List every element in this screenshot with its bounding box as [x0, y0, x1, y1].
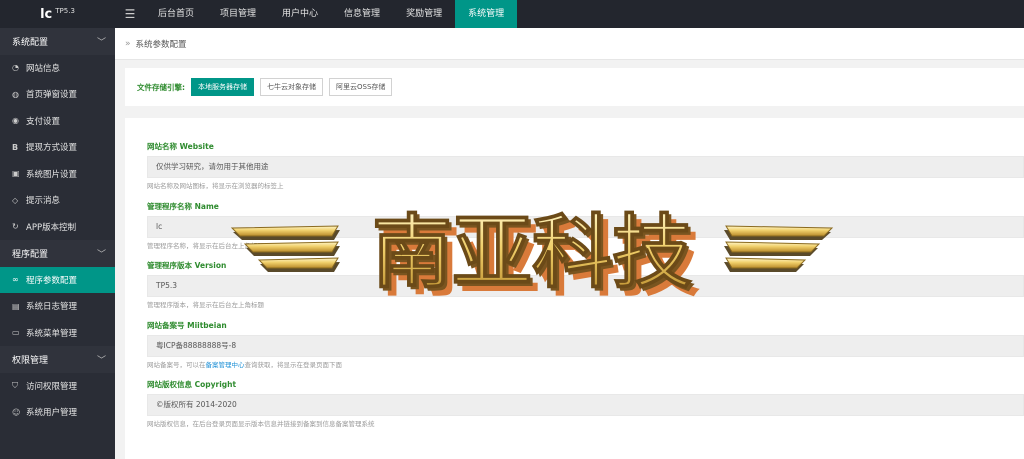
storage-qiniu-button[interactable]: 七牛云对象存储 — [260, 78, 323, 96]
topnav-item-users[interactable]: 用户中心 — [269, 0, 331, 28]
sidebar-item-label: 网站信息 — [26, 63, 61, 74]
sidebar-item-withdraw-settings[interactable]: B 提现方式设置 — [0, 134, 115, 161]
field-label: 网站备案号 Miitbeian — [147, 321, 227, 330]
topnav-item-system[interactable]: 系统管理 — [455, 0, 518, 28]
shield-check-icon: ⛉ — [12, 380, 18, 390]
sidebar-group-label: 系统配置 — [12, 37, 49, 48]
field-miitbeian: 网站备案号 Miitbeian 粤ICP备88888888号-8 网站备案号，可… — [147, 321, 1024, 370]
version-badge: TP5.3 — [55, 6, 75, 15]
sidebar-item-label: 系统用户管理 — [26, 408, 78, 419]
help-text: 查询获取，将显示在登录页面下面 — [244, 361, 343, 369]
storage-engine-card: 文件存储引擎: 本地服务器存储 七牛云对象存储 阿里云OSS存储 — [125, 68, 1024, 106]
storage-engine-label: 文件存储引擎: — [137, 82, 185, 92]
chevron-down-icon: ﹀ — [96, 37, 106, 48]
tag-icon: ◇ — [12, 195, 19, 205]
topnav-item-rewards[interactable]: 奖励管理 — [393, 0, 455, 28]
field-help: 网站名称及网站图标，将显示在浏览器的标签上 — [147, 182, 284, 190]
field-version: 管理程序版本 Version TP5.3 管理程序版本，将显示在后台左上角标题 — [147, 261, 1024, 310]
breadcrumb-current: 系统参数配置 — [135, 39, 187, 50]
sidebar-item-label: 首页弹窗设置 — [26, 90, 78, 101]
double-chevron-right-icon: » — [125, 38, 131, 49]
icp-number-input[interactable]: 粤ICP备88888888号-8 — [147, 335, 1024, 357]
sidebar-item-popup-settings[interactable]: ◍ 首页弹窗设置 — [0, 81, 115, 108]
sidebar-item-label: 提现方式设置 — [26, 143, 78, 154]
field-label: 网站版权信息 Copyright — [147, 380, 237, 389]
user-icon: ☺ — [12, 407, 21, 417]
breadcrumb: » 系统参数配置 — [115, 28, 1024, 60]
storage-local-button[interactable]: 本地服务器存储 — [191, 78, 254, 96]
window-icon: ▭ — [12, 328, 20, 338]
sidebar-item-label: 系统菜单管理 — [26, 328, 78, 339]
website-name-input[interactable]: 仅供学习研究，请勿用于其他用途 — [147, 156, 1024, 178]
top-nav: 后台首页 项目管理 用户中心 信息管理 奖励管理 系统管理 — [145, 0, 518, 28]
logo-text: lc — [40, 6, 53, 22]
sidebar-item-tip-messages[interactable]: ◇ 提示消息 — [0, 187, 115, 214]
chevron-down-icon: ﹀ — [96, 355, 106, 366]
palette-icon: ◍ — [12, 89, 19, 99]
sidebar-group-program-config[interactable]: 程序配置 ﹀ — [0, 240, 115, 267]
sidebar-item-program-params[interactable]: ∞ 程序参数配置 — [0, 266, 115, 293]
refresh-icon: ↻ — [12, 222, 19, 232]
sidebar-item-label: 系统日志管理 — [26, 302, 78, 313]
field-help: 网站版权信息，在后台登录页面显示版本信息并链接到备案到信息备案管理系统 — [147, 420, 375, 428]
config-form: 网站名称 Website 仅供学习研究，请勿用于其他用途 网站名称及网站图标，将… — [125, 118, 1024, 459]
topnav-item-home[interactable]: 后台首页 — [145, 0, 207, 28]
sidebar-item-app-version[interactable]: ↻ APP版本控制 — [0, 214, 115, 241]
bitcoin-icon: B — [12, 142, 19, 152]
field-label: 管理程序名称 Name — [147, 202, 219, 211]
field-help: 管理程序版本，将显示在后台左上角标题 — [147, 301, 264, 309]
sidebar-group-system-config[interactable]: 系统配置 ﹀ — [0, 28, 115, 55]
program-version-input[interactable]: TP5.3 — [147, 275, 1024, 297]
sidebar-item-access-permissions[interactable]: ⛉ 访问权限管理 — [0, 373, 115, 400]
sidebar-item-label: APP版本控制 — [26, 222, 77, 233]
document-icon: ▤ — [12, 301, 20, 311]
app-logo[interactable]: lc TP5.3 — [0, 0, 115, 28]
sidebar: 系统配置 ﹀ ◔ 网站信息 ◍ 首页弹窗设置 ◉ 支付设置 B 提现方式设置 ▣… — [0, 28, 115, 459]
field-name: 管理程序名称 Name lc 管理程序名称，将显示在后台左上角标题 — [147, 202, 1024, 251]
sidebar-item-label: 系统图片设置 — [26, 169, 78, 180]
top-bar: lc TP5.3 ☰ 后台首页 项目管理 用户中心 信息管理 奖励管理 系统管理 — [0, 0, 1024, 28]
field-label: 管理程序版本 Version — [147, 261, 227, 270]
sidebar-item-label: 访问权限管理 — [26, 381, 78, 392]
copyright-input[interactable]: ©版权所有 2014-2020 — [147, 394, 1024, 416]
sidebar-group-label: 程序配置 — [12, 249, 49, 260]
topnav-item-projects[interactable]: 项目管理 — [207, 0, 269, 28]
sidebar-item-payment-settings[interactable]: ◉ 支付设置 — [0, 108, 115, 135]
sidebar-item-label: 提示消息 — [26, 196, 61, 207]
link-icon: ∞ — [12, 275, 19, 285]
sidebar-item-label: 支付设置 — [26, 116, 61, 127]
sidebar-group-permissions[interactable]: 权限管理 ﹀ — [0, 346, 115, 373]
program-name-input[interactable]: lc — [147, 216, 1024, 238]
field-website: 网站名称 Website 仅供学习研究，请勿用于其他用途 网站名称及网站图标，将… — [147, 142, 1024, 191]
field-copyright: 网站版权信息 Copyright ©版权所有 2014-2020 网站版权信息，… — [147, 380, 1024, 429]
field-label: 网站名称 Website — [147, 142, 214, 151]
target-icon: ◉ — [12, 116, 19, 126]
sidebar-item-site-info[interactable]: ◔ 网站信息 — [0, 55, 115, 82]
sidebar-group-label: 权限管理 — [12, 355, 49, 366]
image-icon: ▣ — [12, 169, 20, 179]
help-text: 网站备案号，可以在 — [147, 361, 206, 369]
storage-aliyun-button[interactable]: 阿里云OSS存储 — [329, 78, 393, 96]
sidebar-item-system-logs[interactable]: ▤ 系统日志管理 — [0, 293, 115, 320]
sidebar-item-system-menus[interactable]: ▭ 系统菜单管理 — [0, 320, 115, 347]
chevron-down-icon: ﹀ — [96, 249, 106, 260]
field-help: 网站备案号，可以在备案管理中心查询获取，将显示在登录页面下面 — [147, 361, 1024, 370]
sidebar-item-system-users[interactable]: ☺ 系统用户管理 — [0, 399, 115, 426]
sidebar-item-image-settings[interactable]: ▣ 系统图片设置 — [0, 161, 115, 188]
topnav-item-info[interactable]: 信息管理 — [331, 0, 393, 28]
icp-center-link[interactable]: 备案管理中心 — [206, 361, 245, 369]
field-help: 管理程序名称，将显示在后台左上角标题 — [147, 242, 264, 250]
menu-toggle-icon[interactable]: ☰ — [115, 0, 145, 28]
sidebar-item-label: 程序参数配置 — [26, 275, 78, 286]
gauge-icon: ◔ — [12, 63, 19, 73]
